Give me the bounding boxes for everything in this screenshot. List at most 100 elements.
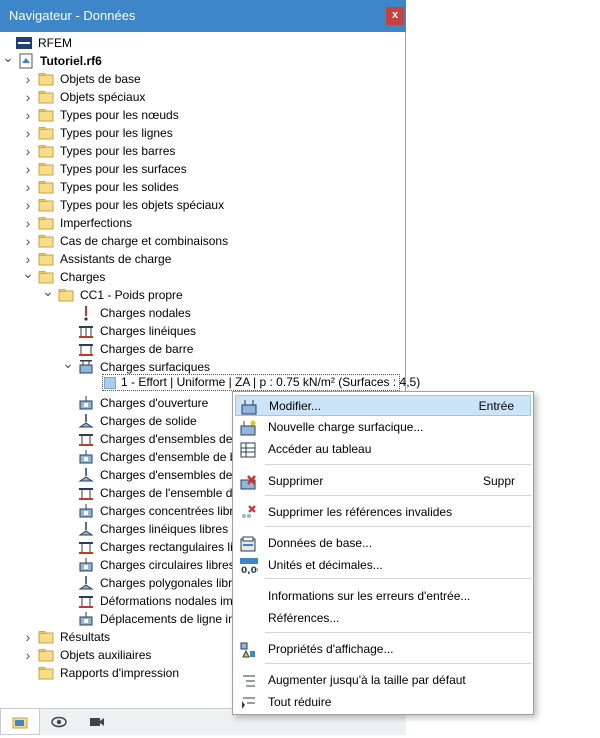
chevron-right-icon[interactable]: › [22,232,34,250]
menu-item-5[interactable]: Données de base... [235,533,531,554]
menu-item-shortcut: Suppr [482,474,515,488]
folder-icon [38,215,54,231]
tree-root-rfem[interactable]: RFEM [0,34,404,52]
tab-data[interactable] [0,709,40,735]
menu-item-2[interactable]: Accéder au tableau [235,439,531,460]
chevron-right-icon[interactable]: › [22,142,34,160]
chevron-right-icon[interactable]: › [22,178,34,196]
tree-folder-2-label: Types pour les nœuds [60,108,179,122]
chevron-down-icon[interactable]: ⌄ [62,354,74,372]
delete-references-icon [240,505,256,521]
folder-icon [38,71,54,87]
tree-folder-8[interactable]: › Imperfections [0,214,404,232]
folder-icon [38,665,54,681]
menu-item-label: Augmenter jusqu'à la taille par défaut [268,673,466,687]
tab-display[interactable] [40,709,78,734]
tree-folder-7[interactable]: › Types pour les objets spéciaux [0,196,404,214]
tree-folder-1[interactable]: › Objets spéciaux [0,88,404,106]
selected-surface-load[interactable]: 1 - Effort | Uniforme | ZA | p : 0.75 kN… [102,374,420,391]
tree-load-case[interactable]: ⌄ CC1 - Poids propre [0,283,404,304]
title-bar[interactable]: Navigateur - Données x [0,0,406,32]
tree-folder-0-label: Objets de base [60,72,141,86]
selected-surface-load-label: 1 - Effort | Uniforme | ZA | p : 0.75 kN… [121,375,421,389]
chevron-down-icon[interactable]: ⌄ [42,282,54,300]
chevron-right-icon[interactable]: › [22,160,34,178]
menu-separator [265,663,531,664]
window-title: Navigateur - Données [9,8,136,23]
camera-icon [90,718,104,726]
load-type-icon [78,503,94,519]
menu-item-8[interactable]: Références... [235,608,531,629]
tab-views[interactable] [78,709,116,734]
load-type-icon [78,539,94,555]
tree-load-item-b3-label: Charges d'ensemble de b [100,450,237,464]
tree-model-file[interactable]: ⌄ Tutoriel.rf6 [0,49,404,70]
menu-item-10[interactable]: Augmenter jusqu'à la taille par défaut [235,670,531,691]
folder-icon [38,143,54,159]
delete-icon [240,474,256,490]
folder-icon [38,179,54,195]
tree-model-file-label: Tutoriel.rf6 [40,54,102,68]
svg-text:0,00: 0,00 [241,566,258,574]
chevron-right-icon[interactable]: › [22,214,34,232]
tree-load-item-b12-label: Déplacements de ligne im [100,612,239,626]
context-menu: Modifier... Entrée Nouvelle charge surfaci… [232,391,534,715]
folder-icon [58,287,74,303]
tree-load-item-2-label: Charges de barre [100,342,194,356]
chevron-right-icon[interactable]: › [22,196,34,214]
load-type-icon [78,395,94,411]
folder-icon [38,89,54,105]
chevron-right-icon[interactable]: › [22,70,34,88]
menu-item-1[interactable]: Nouvelle charge surfacique... [235,417,531,438]
menu-item-0[interactable]: Modifier... Entrée [235,395,531,416]
menu-item-7[interactable]: Informations sur les erreurs d'entrée... [235,586,531,607]
close-button[interactable]: x [386,7,404,25]
tree-folder-5[interactable]: › Types pour les surfaces [0,160,404,178]
rfem-icon [16,35,32,51]
load-type-icon [78,341,94,357]
tree-folder-6[interactable]: › Types pour les solides [0,178,404,196]
load-type-icon [78,431,94,447]
tree-bottom-folder-0-label: Résultats [60,630,111,644]
menu-item-9[interactable]: Propriétés d'affichage... [235,639,531,660]
load-type-icon [78,557,94,573]
menu-item-3[interactable]: Supprimer Suppr [235,471,531,492]
tree-load-item-1[interactable]: Charges linéiques [0,322,404,340]
tree-folder-11[interactable]: ⌄ Charges [0,265,404,286]
folder-icon [38,197,54,213]
chevron-right-icon[interactable]: › [22,628,34,646]
tree-folder-1-label: Objets spéciaux [60,90,146,104]
chevron-right-icon[interactable]: › [22,88,34,106]
menu-separator [265,495,531,496]
tree-load-item-b10-label: Charges polygonales libr [100,576,233,590]
tree-folder-0[interactable]: › Objets de base [0,70,404,88]
tree-folder-3[interactable]: › Types pour les lignes [0,124,404,142]
tree-load-item-0-label: Charges nodales [100,306,191,320]
tree-load-item-b1-label: Charges de solide [100,414,197,428]
chevron-right-icon[interactable]: › [22,106,34,124]
menu-item-label: Unités et décimales... [268,558,383,572]
menu-item-label: Données de base... [268,536,373,550]
tree-bottom-folder-2-label: Rapports d'impression [60,666,180,680]
menu-item-11[interactable]: Tout réduire [235,692,531,713]
folder-icon [38,647,54,663]
chevron-right-icon[interactable]: › [22,646,34,664]
tree-load-item-2[interactable]: Charges de barre [0,340,404,358]
tree-load-item-0[interactable]: Charges nodales [0,304,404,322]
tree-folder-10[interactable]: › Assistants de charge [0,250,404,268]
menu-item-4[interactable]: Supprimer les références invalides [235,502,531,523]
chevron-right-icon[interactable]: › [22,124,34,142]
menu-item-6[interactable]: 0,00 Unités et décimales... [235,555,531,576]
tree-folder-4[interactable]: › Types pour les barres [0,142,404,160]
load-type-icon [78,449,94,465]
chevron-down-icon[interactable]: ⌄ [2,48,14,66]
tree-folder-2[interactable]: › Types pour les nœuds [0,106,404,124]
menu-item-label: Nouvelle charge surfacique... [268,420,424,434]
tree-folder-4-label: Types pour les barres [60,144,176,158]
tree-folder-9[interactable]: › Cas de charge et combinaisons [0,232,404,250]
tree-bottom-folder-1-label: Objets auxiliaires [60,648,152,662]
chevron-down-icon[interactable]: ⌄ [22,264,34,282]
menu-item-label: Références... [268,611,340,625]
menu-item-label: Tout réduire [268,695,332,709]
load-type-icon [78,467,94,483]
